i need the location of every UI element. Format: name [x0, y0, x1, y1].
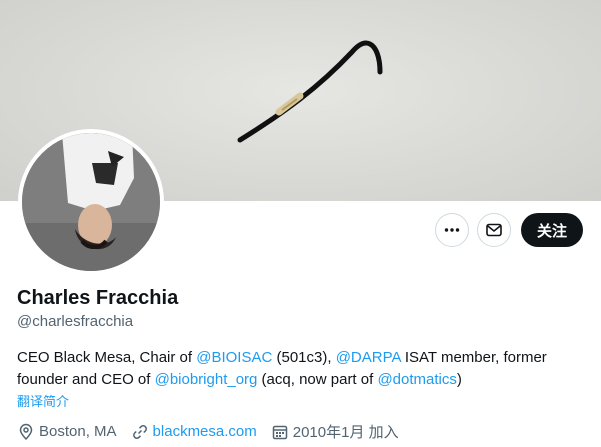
calendar-icon [272, 425, 287, 439]
bio-text: (501c3), [272, 349, 336, 366]
joined-item: 2010年1月 加入 [271, 421, 399, 442]
bio-text: ) [456, 371, 462, 388]
message-button[interactable] [476, 213, 511, 247]
more-dots-icon [444, 228, 460, 232]
translate-bio-link[interactable]: 翻译简介 [17, 391, 69, 410]
mention-biobright[interactable]: @biobright_org [155, 371, 258, 388]
mention-dotmatics[interactable]: @dotmatics [377, 371, 456, 388]
handle: @charlesfracchia [17, 313, 134, 330]
location-text: Boston, MA [39, 423, 117, 440]
follow-button[interactable]: 关注 [520, 213, 583, 247]
envelope-icon [486, 223, 502, 237]
mention-bioisac[interactable]: @BIOISAC [196, 349, 272, 366]
profile-meta: Boston, MA blackmesa.com 2010年1月 加入 [17, 421, 413, 442]
mention-darpa[interactable]: @DARPA [336, 349, 401, 366]
location-pin-icon [19, 423, 33, 440]
more-button[interactable] [434, 213, 469, 247]
location-item: Boston, MA [17, 423, 117, 441]
joined-text: 2010年1月 加入 [292, 424, 399, 441]
bio-text: CEO Black Mesa, Chair of [17, 349, 197, 366]
avatar[interactable] [18, 129, 164, 275]
website-link[interactable]: blackmesa.com [153, 423, 257, 440]
bio-text: (acq, now part of [257, 371, 378, 388]
link-icon [132, 424, 147, 439]
display-name: Charles Fracchia [17, 287, 179, 309]
profile-actions: 关注 [434, 213, 583, 247]
website-item: blackmesa.com [131, 423, 257, 441]
bio: CEO Black Mesa, Chair of @BIOISAC (501c3… [17, 347, 587, 391]
